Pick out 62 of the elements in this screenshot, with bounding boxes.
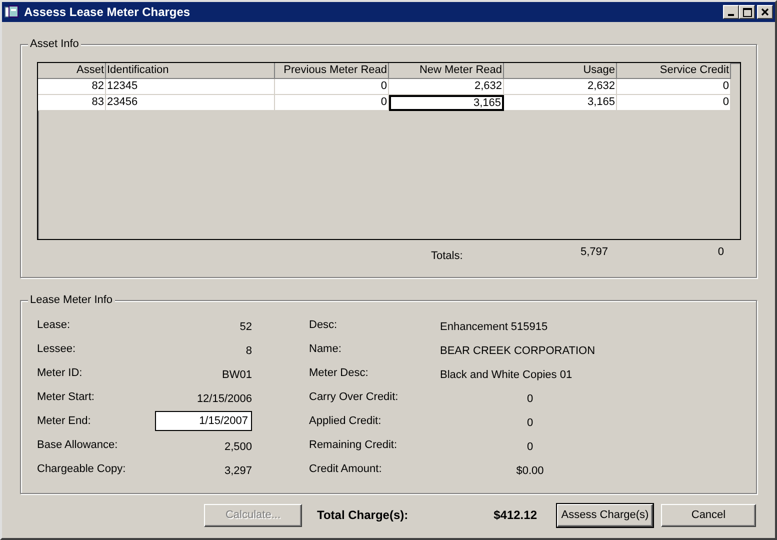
column-header[interactable]: Previous Meter Read [275, 63, 389, 79]
minimize-button[interactable] [723, 5, 739, 19]
assess-charges-button[interactable]: Assess Charge(s) [557, 504, 653, 526]
table-cell: 0 [275, 95, 389, 111]
field-value: 0 [526, 416, 534, 429]
field-label: Meter End: [37, 415, 92, 427]
field-label: Remaining Credit: [309, 439, 398, 451]
table-cell: 23456 [106, 95, 275, 111]
field-value: 8 [244, 344, 252, 357]
field-label: Base Allowance: [37, 439, 119, 451]
field-value: 0 [526, 440, 534, 453]
field-value: Black and White Copies 01 [440, 368, 572, 381]
field-label: Name: [309, 343, 342, 355]
window-title: Assess Lease Meter Charges [24, 5, 192, 19]
field-label: Lease: [37, 319, 72, 331]
table-cell: 12345 [106, 79, 275, 95]
field-label: Meter Start: [37, 391, 96, 403]
maximize-button[interactable] [739, 5, 755, 19]
maximize-icon [742, 8, 752, 16]
field-value: 2,500 [223, 440, 252, 453]
service-credit-total: 0 [716, 246, 724, 260]
field-label: Lessee: [37, 343, 77, 355]
date-field[interactable]: 1/15/2007 [155, 411, 252, 431]
field-value: Enhancement 515915 [440, 320, 548, 333]
total-charges-label: Total Charge(s): [317, 508, 410, 522]
table-cell: 2,632 [504, 79, 617, 95]
table-cell: 2,632 [389, 79, 504, 95]
close-icon [761, 8, 769, 16]
table-cell: 83 [38, 95, 106, 111]
field-label: Meter ID: [37, 367, 84, 379]
field-value: 0 [526, 392, 534, 405]
field-value: BW01 [221, 368, 252, 381]
column-header[interactable]: Service Credit [617, 63, 731, 79]
totals-label: Totals: [431, 250, 464, 262]
column-header[interactable]: New Meter Read [389, 63, 504, 79]
column-header[interactable]: Identification [106, 63, 275, 79]
group-title: Asset Info [28, 38, 81, 50]
group-title: Lease Meter Info [28, 294, 115, 306]
field-label: Carry Over Credit: [309, 391, 400, 403]
total-charges-value: $412.12 [492, 508, 537, 522]
app-icon [4, 5, 20, 19]
column-header[interactable]: Asset [38, 63, 106, 79]
field-value: $0.00 [515, 464, 545, 477]
field-value: BEAR CREEK CORPORATION [440, 344, 596, 357]
field-value: 12/15/2006 [196, 392, 252, 405]
field-label: Desc: [309, 319, 338, 331]
close-button[interactable] [757, 5, 773, 19]
field-label: Meter Desc: [309, 367, 370, 379]
table-cell: 0 [617, 79, 731, 95]
field-value: 52 [238, 320, 252, 333]
table-cell: 82 [38, 79, 106, 95]
table-cell: 3,165 [504, 95, 617, 111]
column-header[interactable]: Usage [504, 63, 617, 79]
field-label: Chargeable Copy: [37, 463, 127, 475]
table-cell: 3,165 [389, 95, 504, 111]
usage-total: 5,797 [579, 246, 608, 260]
field-label: Applied Credit: [309, 415, 382, 427]
table-cell: 0 [275, 79, 389, 95]
field-value: 3,297 [223, 464, 252, 477]
table-cell: 0 [617, 95, 731, 111]
cancel-button[interactable]: Cancel [661, 504, 756, 526]
field-label: Credit Amount: [309, 463, 383, 475]
